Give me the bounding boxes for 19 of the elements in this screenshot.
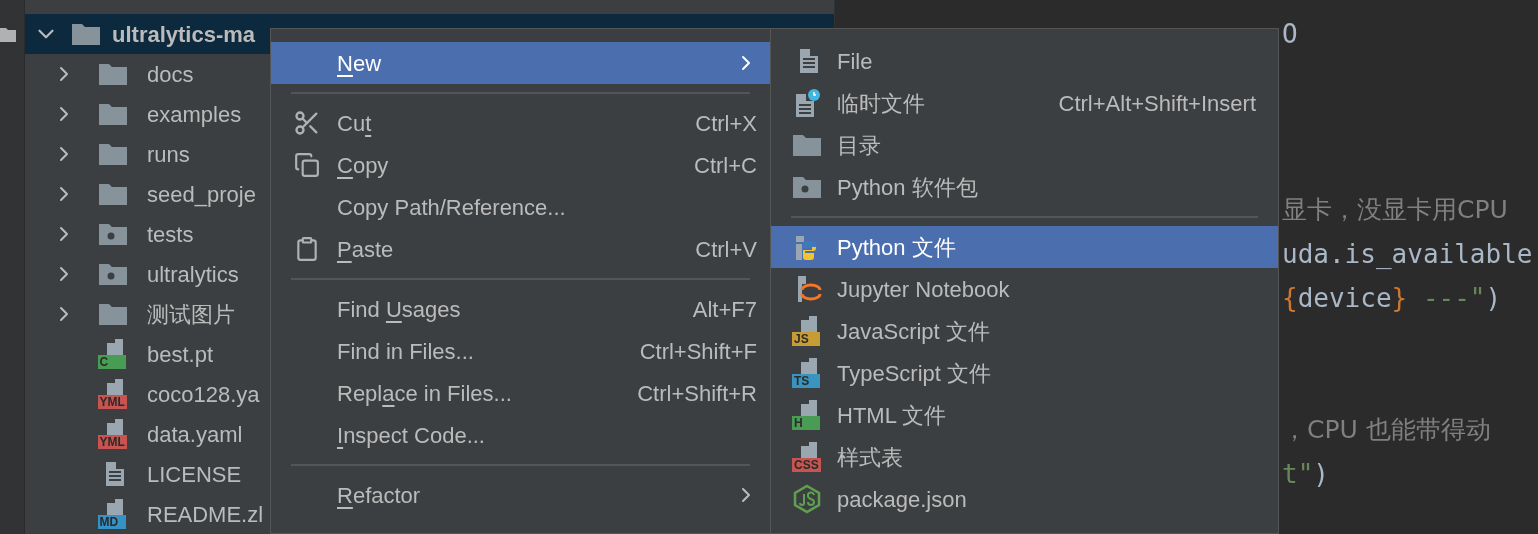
file-type-label: MD — [97, 515, 126, 529]
code-text: ) — [1313, 457, 1329, 491]
code-text: device — [1297, 281, 1392, 315]
file-type-label: C — [97, 355, 126, 369]
code-text: O — [1282, 17, 1298, 51]
code-comment: ，CPU 也能带得动 — [1282, 414, 1491, 447]
file-type-label: TS — [792, 374, 820, 388]
file-type-label: YML — [97, 395, 127, 409]
code-comment: 显卡，没显卡用CPU — [1282, 194, 1508, 227]
code-text: ---" — [1421, 281, 1486, 315]
code-text: { — [1282, 281, 1298, 315]
code-text: } — [1391, 281, 1408, 315]
file-type-label: H — [792, 416, 820, 430]
file-type-label: JS — [792, 332, 820, 346]
file-type-label: YML — [97, 435, 127, 449]
code-text: uda.is_available — [1282, 237, 1533, 271]
code-text: t" — [1282, 457, 1314, 491]
code-text: ) — [1485, 281, 1502, 315]
file-type-label: CSS — [792, 458, 821, 472]
